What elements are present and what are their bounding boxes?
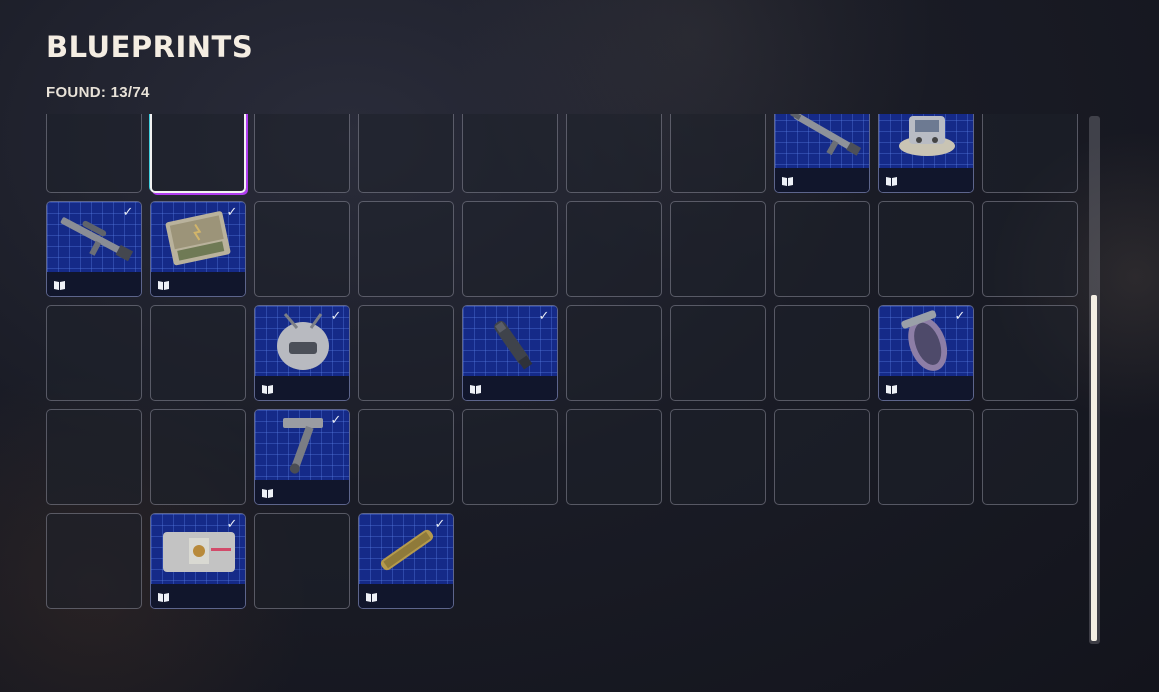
blueprint-slot-empty[interactable] [878,409,974,505]
blueprint-slot-empty[interactable] [462,114,558,193]
blueprint-slot-empty[interactable] [462,201,558,297]
blueprint-slot-empty[interactable] [982,409,1078,505]
blueprint-slot-footer [151,272,245,296]
rifle-long-icon [790,114,862,156]
book-icon [886,177,897,186]
blueprint-slot-footer [879,168,973,192]
blueprint-slot-footer [775,168,869,192]
book-icon [262,489,273,498]
blueprint-slot-empty[interactable] [150,305,246,401]
blueprint-slot-empty[interactable] [254,201,350,297]
blueprint-slot-footer [463,376,557,400]
blueprint-slot-empty[interactable] [254,114,350,193]
book-icon [366,593,377,602]
blueprint-slot-barrel-part[interactable]: ✓ [462,305,558,401]
check-icon: ✓ [330,413,342,428]
blueprint-slot-rifle-scoped[interactable]: ✓ [46,201,142,297]
book-icon [158,593,169,602]
blueprint-slot-empty[interactable] [670,114,766,193]
blueprint-slot-empty[interactable] [358,409,454,505]
blueprint-slot-drone-device[interactable]: ✓ [878,114,974,193]
scrollbar[interactable] [1089,116,1100,644]
blueprint-slot-empty[interactable] [566,114,662,193]
blueprint-slot-empty[interactable] [566,201,662,297]
blueprint-slot-empty[interactable] [670,305,766,401]
blueprint-slot-empty[interactable] [358,201,454,297]
blueprint-slot-crate-box[interactable]: ✓ [150,513,246,609]
blueprint-slot-footer [359,584,453,608]
blueprint-slot-footer [151,584,245,608]
check-icon: ✓ [538,309,550,324]
blueprint-slot-empty[interactable] [774,409,870,505]
book-icon [262,385,273,394]
blueprint-slot-empty[interactable] [358,114,454,193]
blueprint-slot-empty[interactable] [46,305,142,401]
blueprint-slot-empty[interactable] [982,114,1078,193]
page-title: BLUEPRINTS [46,30,254,64]
blueprint-grid-viewport: ✓ ✓ ✓ ✓ ✓ ✓ ✓ ✓ ✓ ✓ [40,114,1085,650]
blueprint-grid: ✓ ✓ ✓ ✓ ✓ ✓ ✓ ✓ ✓ ✓ [46,114,1078,609]
book-icon [886,385,897,394]
book-icon [158,281,169,290]
drone-device-icon [899,116,955,156]
blueprint-slot-empty[interactable] [254,513,350,609]
check-icon: ✓ [226,205,238,220]
blueprint-slot-cylinder-tube[interactable]: ✓ [358,513,454,609]
blueprint-grid-background [775,114,869,169]
check-icon: ✓ [849,114,863,115]
blueprint-slot-footer [255,376,349,400]
blueprint-slot-case-kit[interactable]: ✓ [150,201,246,297]
check-icon: ✓ [954,309,966,324]
blueprint-slot-empty[interactable] [878,201,974,297]
blueprint-slot-selected[interactable] [150,114,246,193]
blueprint-slot-empty[interactable] [46,114,142,193]
book-icon [470,385,481,394]
blueprint-slot-footer [879,376,973,400]
blueprint-slot-empty[interactable] [982,201,1078,297]
blueprint-slot-empty[interactable] [566,305,662,401]
blueprint-slot-empty[interactable] [358,305,454,401]
check-icon: ✓ [330,309,342,324]
blueprint-slot-multitool[interactable]: ✓ [254,409,350,505]
blueprint-slot-empty[interactable] [462,409,558,505]
blueprint-slot-empty[interactable] [150,409,246,505]
blueprint-slot-footer [47,272,141,296]
found-counter: FOUND: 13/74 [46,84,150,101]
scrollbar-thumb[interactable] [1091,295,1097,641]
blueprint-slot-empty[interactable] [670,409,766,505]
blueprint-slot-empty[interactable] [46,513,142,609]
check-icon: ✓ [226,517,238,532]
blueprint-slot-empty[interactable] [774,201,870,297]
check-icon: ✓ [953,114,967,115]
book-icon [54,281,65,290]
blueprint-slot-bracer[interactable]: ✓ [878,305,974,401]
blueprint-slot-footer [255,480,349,504]
check-icon: ✓ [434,517,446,532]
blueprint-slot-empty[interactable] [46,409,142,505]
blueprint-slot-empty[interactable] [566,409,662,505]
blueprint-slot-empty[interactable] [982,305,1078,401]
blueprint-slot-empty[interactable] [670,201,766,297]
book-icon [782,177,793,186]
blueprint-slot-empty[interactable] [774,305,870,401]
blueprint-slot-helmet[interactable]: ✓ [254,305,350,401]
blueprint-slot-rifle-long[interactable]: ✓ [774,114,870,193]
check-icon: ✓ [122,205,134,220]
blueprint-grid-background [879,114,973,169]
